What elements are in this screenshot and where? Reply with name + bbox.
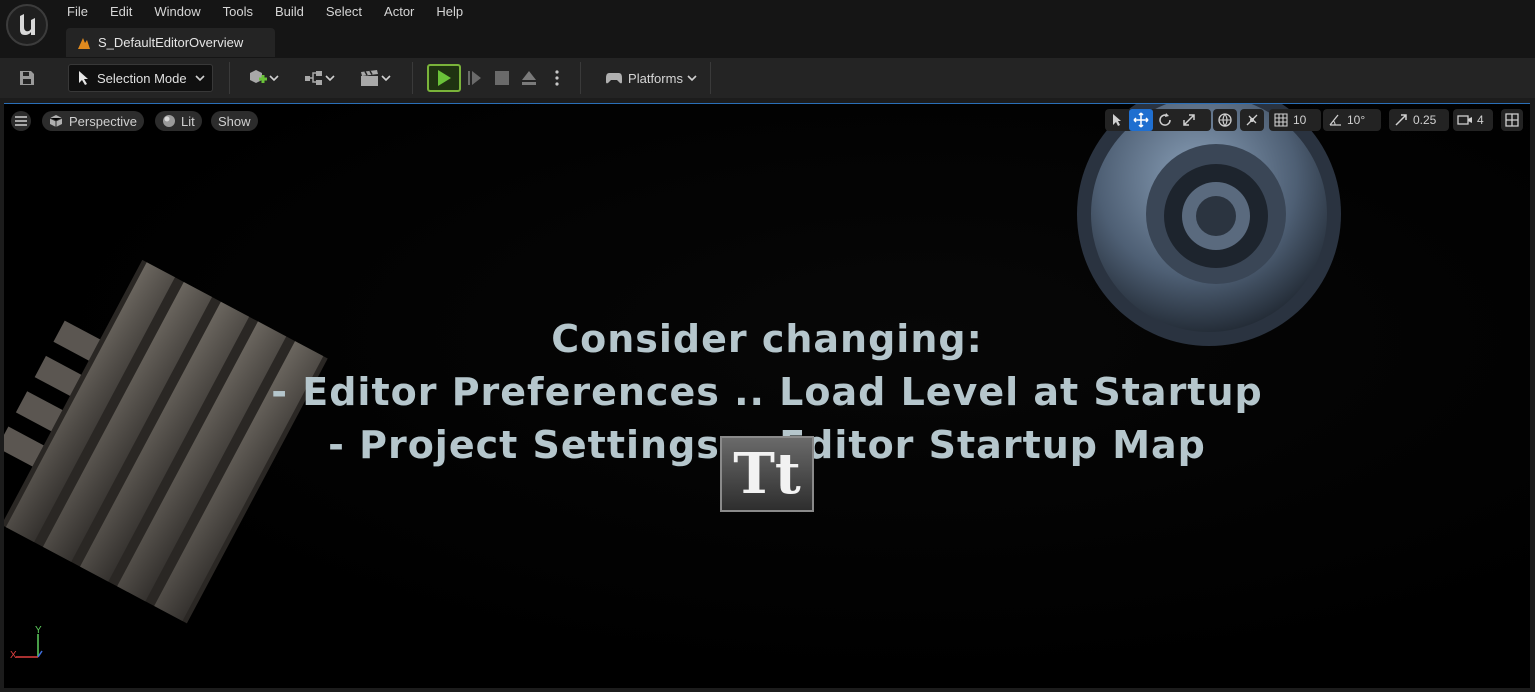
cursor-icon xyxy=(79,71,88,85)
cursor-icon xyxy=(1113,114,1121,126)
surface-snap-icon xyxy=(1240,109,1264,131)
level-viewport[interactable]: Y X Perspective Lit Show 10 10° 0.25 4 C… xyxy=(4,103,1530,688)
title-bar: File Edit Window Tools Build Select Acto… xyxy=(0,0,1535,58)
grid-snap-toggle[interactable]: 10 xyxy=(1269,109,1321,131)
platforms-label: Platforms xyxy=(628,70,683,86)
chevron-down-icon xyxy=(269,75,279,82)
selection-mode-dropdown[interactable]: Selection Mode xyxy=(68,64,213,92)
scale-snap-icon xyxy=(1389,109,1413,131)
main-toolbar: Selection Mode Platforms xyxy=(0,58,1535,98)
toolbar-divider xyxy=(710,62,711,94)
transform-tools-group xyxy=(1105,109,1211,131)
more-vertical-icon xyxy=(555,70,559,86)
chevron-down-icon xyxy=(687,75,697,82)
play-button[interactable] xyxy=(427,64,461,92)
translate-tool-button[interactable] xyxy=(1129,109,1153,131)
menu-help[interactable]: Help xyxy=(425,0,474,24)
scale-snap-toggle[interactable]: 0.25 xyxy=(1389,109,1449,131)
message-line-1: Consider changing: xyxy=(551,317,983,361)
gamepad-icon xyxy=(606,73,623,84)
eject-icon xyxy=(522,71,536,85)
play-options-button[interactable] xyxy=(547,64,567,92)
menu-tools[interactable]: Tools xyxy=(212,0,264,24)
eject-button[interactable] xyxy=(517,64,541,92)
scale-snap-value: 0.25 xyxy=(1413,113,1437,127)
step-forward-icon xyxy=(468,71,481,85)
chevron-down-icon xyxy=(195,75,205,82)
lit-view-mode-button[interactable]: Lit xyxy=(155,111,202,131)
save-icon xyxy=(20,71,34,85)
scale-icon xyxy=(1183,114,1195,126)
menu-window[interactable]: Window xyxy=(143,0,211,24)
perspective-label: Perspective xyxy=(69,113,137,129)
level-document-tab[interactable]: S_DefaultEditorOverview xyxy=(66,28,275,57)
toolbar-divider xyxy=(412,62,413,94)
chevron-down-icon xyxy=(381,75,391,82)
perspective-view-button[interactable]: Perspective xyxy=(42,111,144,131)
unreal-logo-icon[interactable] xyxy=(6,4,48,46)
camera-icon xyxy=(1453,109,1477,131)
menu-build[interactable]: Build xyxy=(264,0,315,24)
viewport-layout-button[interactable] xyxy=(1501,109,1523,131)
blueprint-icon xyxy=(305,71,322,85)
hamburger-menu-icon xyxy=(15,116,27,126)
angle-icon xyxy=(1323,109,1347,131)
menu-actor[interactable]: Actor xyxy=(373,0,425,24)
viewport-options-button[interactable] xyxy=(11,111,31,131)
rotation-snap-value: 10° xyxy=(1347,113,1366,127)
coordinate-system-button[interactable] xyxy=(1213,109,1237,131)
sphere-icon xyxy=(163,115,175,127)
stop-icon xyxy=(495,71,509,85)
save-button[interactable] xyxy=(14,64,40,92)
toolbar-divider xyxy=(580,62,581,94)
grid-snap-value: 10 xyxy=(1293,113,1307,127)
camera-speed-value: 4 xyxy=(1477,113,1484,127)
menu-bar: File Edit Window Tools Build Select Acto… xyxy=(56,0,474,24)
rotate-icon xyxy=(1159,113,1171,126)
surface-snapping-button[interactable] xyxy=(1240,109,1264,131)
cinematics-button[interactable] xyxy=(354,64,396,92)
axis-gizmo xyxy=(16,634,43,658)
show-label: Show xyxy=(218,113,251,129)
text-render-actor-icon[interactable]: Tt xyxy=(720,436,814,512)
quick-add-button[interactable] xyxy=(242,64,284,92)
camera-speed-button[interactable]: 4 xyxy=(1453,109,1493,131)
rotation-snap-toggle[interactable]: 10° xyxy=(1323,109,1381,131)
lit-label: Lit xyxy=(181,113,195,129)
show-flags-button[interactable]: Show xyxy=(211,111,258,131)
cube-icon xyxy=(49,115,63,127)
menu-edit[interactable]: Edit xyxy=(99,0,143,24)
rotate-tool-button[interactable] xyxy=(1153,109,1177,131)
move-arrows-icon xyxy=(1133,112,1149,128)
message-line-2: - Editor Preferences .. Load Level at St… xyxy=(271,370,1263,414)
blueprints-button[interactable] xyxy=(298,64,340,92)
layout-grid-icon xyxy=(1501,109,1523,131)
toolbar-divider xyxy=(229,62,230,94)
add-actor-icon xyxy=(250,70,267,83)
level-icon xyxy=(78,37,90,49)
scale-tool-button[interactable] xyxy=(1177,109,1201,131)
clapperboard-icon xyxy=(361,70,378,86)
menu-file[interactable]: File xyxy=(56,0,99,24)
select-tool-button[interactable] xyxy=(1105,109,1129,131)
axis-x-label: X xyxy=(10,650,17,661)
globe-icon xyxy=(1213,109,1237,131)
play-icon xyxy=(438,70,451,86)
tire-mesh xyxy=(1077,104,1341,346)
selection-mode-label: Selection Mode xyxy=(97,70,187,86)
platforms-button[interactable]: Platforms xyxy=(596,64,706,92)
axis-y-label: Y xyxy=(35,625,42,636)
stop-button[interactable] xyxy=(490,64,514,92)
chevron-down-icon xyxy=(325,75,335,82)
document-tab-label: S_DefaultEditorOverview xyxy=(98,35,244,50)
menu-select[interactable]: Select xyxy=(315,0,373,24)
advance-frame-button[interactable] xyxy=(462,64,486,92)
grid-icon xyxy=(1269,109,1293,131)
